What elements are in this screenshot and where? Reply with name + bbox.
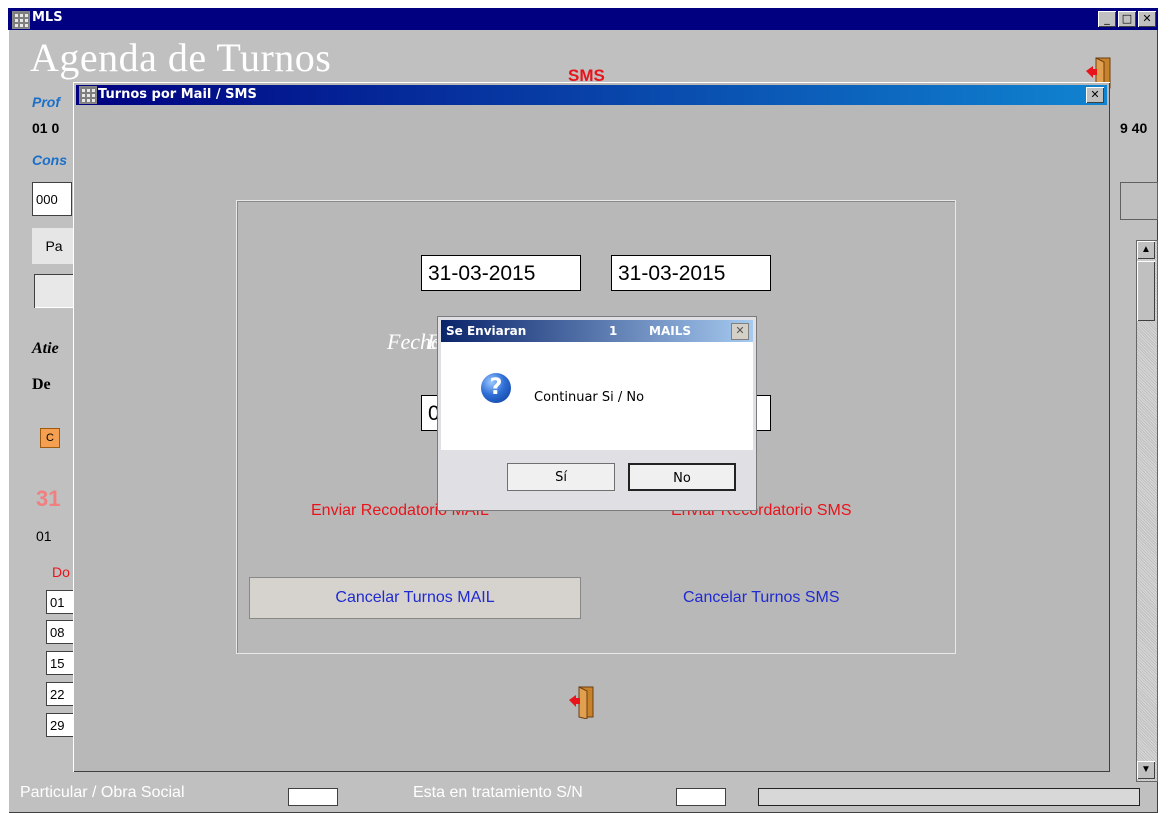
calendar-cell[interactable]: 29: [46, 713, 76, 737]
cons-field[interactable]: 000: [32, 182, 72, 216]
minimize-button[interactable]: _: [1098, 11, 1116, 27]
day-number: 31: [36, 486, 61, 511]
fecha-final-input[interactable]: 31-03-2015: [611, 255, 771, 291]
confirm-title-count: 1: [609, 324, 618, 338]
app-icon: [12, 11, 30, 29]
scroll-down-icon[interactable]: ▼: [1137, 761, 1155, 779]
left-small-box: [34, 274, 74, 308]
de-label: De: [32, 376, 51, 393]
calendar-cell[interactable]: 22: [46, 682, 76, 706]
confirm-titlebar[interactable]: Se Enviaran 1 MAILS ✕: [441, 320, 753, 342]
bottom-field-2[interactable]: [676, 788, 726, 806]
question-icon: ?: [481, 373, 511, 403]
day-sub: 01: [36, 528, 52, 544]
scroll-thumb[interactable]: [1137, 261, 1155, 321]
sms-dialog-titlebar[interactable]: Turnos por Mail / SMS ✕: [76, 85, 1107, 105]
bottom-left-label: Particular / Obra Social: [20, 784, 185, 801]
c-button[interactable]: C: [40, 428, 60, 448]
maximize-button[interactable]: □: [1118, 11, 1136, 27]
cancel-sms-button[interactable]: Cancelar Turnos SMS: [683, 589, 840, 607]
right-value: 9 40: [1120, 120, 1148, 136]
do-label: Do: [52, 564, 70, 580]
fecha-inicial-input[interactable]: 31-03-2015: [421, 255, 581, 291]
prof-value: 01 0: [32, 120, 60, 136]
prof-label: Prof: [32, 94, 60, 110]
confirm-message: Continuar Si / No: [534, 390, 645, 405]
app-icon: [79, 86, 97, 104]
vertical-scrollbar[interactable]: ▲ ▼: [1136, 240, 1158, 782]
atie-label: Atie: [32, 340, 59, 357]
calendar-cell[interactable]: 01: [46, 590, 76, 614]
horizontal-scrollbar[interactable]: [758, 788, 1140, 806]
scroll-up-icon[interactable]: ▲: [1137, 241, 1155, 259]
cons-label: Cons: [32, 152, 67, 168]
exit-door-icon[interactable]: [567, 685, 594, 720]
calendar-cell[interactable]: 15: [46, 651, 76, 675]
calendar-cell[interactable]: 08: [46, 620, 76, 644]
right-box: [1120, 182, 1158, 220]
bottom-mid-label: Esta en tratamiento S/N: [413, 784, 583, 801]
tab-pa[interactable]: Pa: [32, 228, 76, 264]
sms-dialog-title: Turnos por Mail / SMS: [98, 87, 257, 102]
bottom-field-1[interactable]: [288, 788, 338, 806]
confirm-title-left: Se Enviaran: [446, 324, 527, 338]
yes-button[interactable]: Sí: [507, 463, 615, 491]
main-window-title: MLS: [32, 10, 63, 25]
agenda-heading: Agenda de Turnos: [30, 35, 332, 80]
close-button[interactable]: ✕: [1086, 87, 1104, 103]
confirm-dialog: Se Enviaran 1 MAILS ✕ ? Continuar Si / N…: [437, 316, 757, 511]
cancel-mail-button[interactable]: Cancelar Turnos MAIL: [249, 577, 581, 619]
confirm-title-right: MAILS: [649, 324, 691, 338]
no-button[interactable]: No: [628, 463, 736, 491]
close-icon[interactable]: ✕: [731, 323, 749, 340]
close-button[interactable]: ✕: [1138, 11, 1156, 27]
main-titlebar[interactable]: MLS _ □ ✕: [8, 8, 1158, 30]
